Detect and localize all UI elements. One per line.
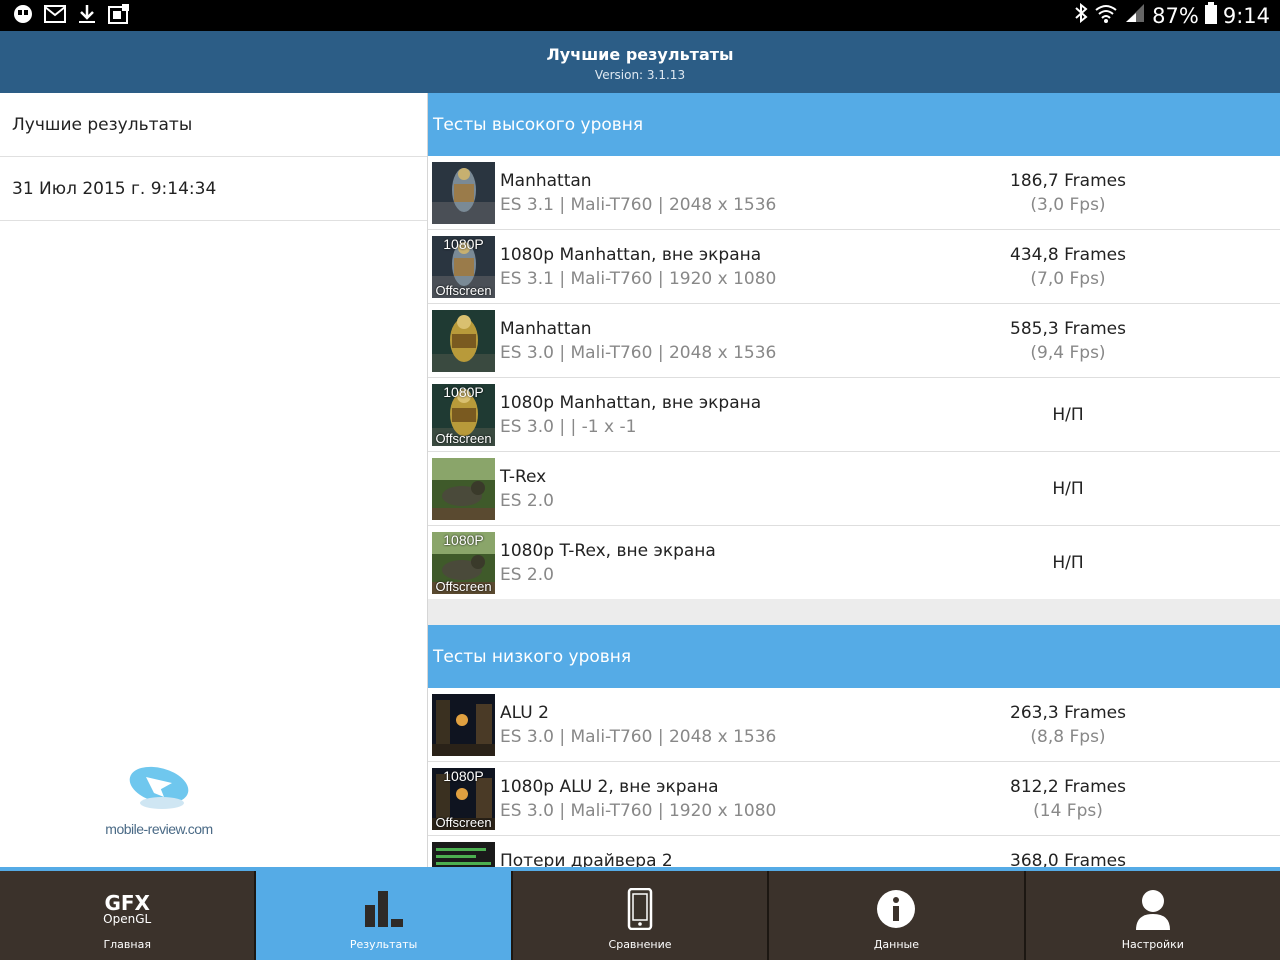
nav-home[interactable]: GFX OpenGL Главная: [0, 871, 257, 960]
test-details: ES 2.0: [500, 565, 554, 585]
test-score-na: Н/П: [1052, 553, 1084, 573]
nav-compare-label: Сравнение: [608, 938, 672, 951]
test-name: ALU 2: [500, 703, 549, 723]
test-name: T-Rex: [500, 467, 547, 487]
left-item-best-results[interactable]: Лучшие результаты: [0, 93, 427, 157]
status-bar: 87% 9:14: [0, 0, 1280, 31]
test-thumbnail: 1080P Offscreen: [432, 768, 495, 830]
left-panel: Лучшие результаты 31 Июл 2015 г. 9:14:34…: [0, 93, 428, 867]
page-title: Лучшие результаты: [546, 45, 734, 64]
test-score-na: Н/П: [1052, 479, 1084, 499]
result-row[interactable]: 1080P Offscreen 1080p ALU 2, вне экрана …: [428, 762, 1280, 836]
test-score-na: Н/П: [1052, 405, 1084, 425]
user-icon: [1026, 887, 1280, 931]
nav-results[interactable]: Результаты: [256, 871, 513, 960]
test-name: 1080p ALU 2, вне экрана: [500, 777, 719, 797]
test-thumbnail: [432, 458, 495, 520]
result-row[interactable]: Manhattan ES 3.0 | Mali-T760 | 2048 x 15…: [428, 304, 1280, 378]
test-name: Manhattan: [500, 319, 592, 339]
test-score: 263,3 Frames: [1010, 703, 1126, 723]
wifi-icon: [1094, 3, 1118, 28]
thumb-badge-offscreen: Offscreen: [435, 431, 492, 446]
section-divider: [428, 599, 1280, 625]
nav-settings[interactable]: Настройки: [1026, 871, 1280, 960]
signal-icon: [1124, 3, 1146, 28]
result-row[interactable]: T-Rex ES 2.0 Н/П: [428, 452, 1280, 526]
info-icon: [769, 887, 1023, 931]
section-header-low-level: Тесты низкого уровня: [428, 625, 1280, 688]
test-score: 812,2 Frames: [1010, 777, 1126, 797]
test-score: 368,0 Frames: [1010, 851, 1126, 867]
test-thumbnail: 1080P Offscreen: [432, 532, 495, 594]
test-thumbnail: [432, 694, 495, 756]
app-header: Лучшие результаты Version: 3.1.13: [0, 31, 1280, 93]
result-row[interactable]: 1080P Offscreen 1080p T-Rex, вне экрана …: [428, 526, 1280, 599]
bar-chart-icon: [256, 887, 510, 931]
nav-results-label: Результаты: [349, 938, 418, 951]
bottom-navigation: GFX OpenGL Главная Результаты Сравнение …: [0, 867, 1280, 960]
test-name: 1080p T-Rex, вне экрана: [500, 541, 716, 561]
test-thumbnail: 1080P Offscreen: [432, 236, 495, 298]
test-score: 434,8 Frames: [1010, 245, 1126, 265]
result-row[interactable]: ALU 2 ES 3.0 | Mali-T760 | 2048 x 1536 2…: [428, 688, 1280, 762]
gfx-logo-text: GFX: [104, 890, 150, 915]
test-details: ES 3.1 | Mali-T760 | 1920 x 1080: [500, 269, 777, 289]
hangouts-icon: [12, 3, 34, 25]
clock: 9:14: [1222, 3, 1270, 28]
test-thumbnail: [432, 162, 495, 224]
test-fps: (7,0 Fps): [1030, 269, 1106, 289]
test-fps: (9,4 Fps): [1030, 343, 1106, 363]
test-name: Потери драйвера 2: [500, 851, 673, 867]
battery-percent: 87%: [1152, 3, 1199, 28]
nav-settings-label: Настройки: [1121, 938, 1184, 951]
test-score: 585,3 Frames: [1010, 319, 1126, 339]
screenshot-icon: [108, 3, 130, 25]
bluetooth-icon: [1074, 2, 1088, 28]
thumb-badge-resolution: 1080P: [443, 768, 484, 784]
test-details: ES 3.0 | Mali-T760 | 2048 x 1536: [500, 727, 777, 747]
test-details: ES 3.0 | Mali-T760 | 1920 x 1080: [500, 801, 777, 821]
opengl-logo-text: OpenGL: [103, 911, 152, 926]
nav-compare[interactable]: Сравнение: [513, 871, 770, 960]
thumb-badge-resolution: 1080P: [443, 532, 484, 548]
test-fps: (8,8 Fps): [1030, 727, 1106, 747]
gmail-icon: [44, 3, 66, 25]
thumb-badge-resolution: 1080P: [443, 236, 484, 252]
download-icon: [76, 3, 98, 25]
left-item-result-date[interactable]: 31 Июл 2015 г. 9:14:34: [0, 157, 427, 221]
nav-data[interactable]: Данные: [769, 871, 1026, 960]
section-header-high-level: Тесты высокого уровня: [428, 93, 1280, 156]
result-row[interactable]: 1080P Offscreen 1080p Manhattan, вне экр…: [428, 230, 1280, 304]
results-panel: Тесты высокого уровня Manhattan ES 3.1 |…: [428, 93, 1280, 867]
logo-caption: mobile-review.com: [105, 821, 213, 837]
mobile-review-bird-icon: [129, 766, 189, 809]
nav-data-label: Данные: [873, 938, 919, 951]
thumb-badge-resolution: 1080P: [443, 384, 484, 400]
phone-icon: [513, 887, 767, 931]
gfx-opengl-logo-icon: GFX OpenGL: [0, 887, 254, 931]
test-thumbnail: [432, 842, 495, 867]
test-fps: (14 Fps): [1033, 801, 1103, 821]
version-label: Version: 3.1.13: [594, 68, 686, 82]
test-details: ES 3.1 | Mali-T760 | 2048 x 1536: [500, 195, 777, 215]
test-name: 1080p Manhattan, вне экрана: [500, 245, 762, 265]
test-details: ES 3.0 | | -1 x -1: [500, 417, 637, 437]
test-details: ES 3.0 | Mali-T760 | 2048 x 1536: [500, 343, 777, 363]
result-row[interactable]: 1080P Offscreen 1080p Manhattan, вне экр…: [428, 378, 1280, 452]
result-row[interactable]: Потери драйвера 2 368,0 Frames: [428, 836, 1280, 867]
test-thumbnail: 1080P Offscreen: [432, 384, 495, 446]
thumb-badge-offscreen: Offscreen: [435, 815, 492, 830]
test-details: ES 2.0: [500, 491, 554, 511]
mobile-review-logo: mobile-review.com: [104, 763, 214, 837]
thumb-badge-offscreen: Offscreen: [435, 283, 492, 298]
nav-home-label: Главная: [103, 938, 151, 951]
test-fps: (3,0 Fps): [1030, 195, 1106, 215]
test-score: 186,7 Frames: [1010, 171, 1126, 191]
test-thumbnail: [432, 310, 495, 372]
result-row[interactable]: Manhattan ES 3.1 | Mali-T760 | 2048 x 15…: [428, 156, 1280, 230]
thumb-badge-offscreen: Offscreen: [435, 579, 492, 594]
battery-icon: [1204, 2, 1217, 29]
test-name: 1080p Manhattan, вне экрана: [500, 393, 762, 413]
test-name: Manhattan: [500, 171, 592, 191]
